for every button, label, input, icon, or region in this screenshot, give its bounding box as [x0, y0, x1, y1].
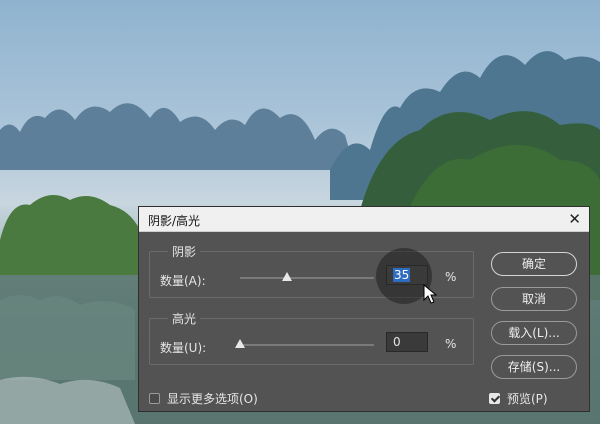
ok-button[interactable]: 确定 [491, 252, 577, 276]
save-button[interactable]: 存储(S)... [491, 355, 577, 379]
highlights-amount-slider[interactable] [235, 339, 374, 348]
dialog-title: 阴影/高光 [148, 214, 201, 228]
highlights-amount-label: 数量(U): [160, 341, 207, 355]
highlights-group: 高光 数量(U): 0 % [149, 310, 474, 365]
shadows-highlights-dialog: 阴影/高光 ✕ 阴影 数量(A): 35 % 高光 数量(U): 0 % 确定 … [138, 206, 590, 412]
highlights-legend: 高光 [168, 310, 201, 327]
preview-box[interactable] [489, 393, 500, 404]
shadows-amount-label: 数量(A): [160, 274, 206, 288]
shadows-legend: 阴影 [168, 243, 201, 260]
show-more-options-label: 显示更多选项(O) [167, 392, 258, 406]
highlights-amount-value: 0 [393, 335, 401, 349]
show-more-options-checkbox[interactable]: 显示更多选项(O) [149, 390, 258, 407]
show-more-options-box[interactable] [149, 393, 160, 404]
close-icon[interactable]: ✕ [568, 210, 581, 228]
preview-checkbox[interactable]: 预览(P) [489, 390, 548, 407]
load-button[interactable]: 载入(L)... [491, 321, 577, 345]
cancel-button[interactable]: 取消 [491, 287, 577, 311]
shadows-amount-slider[interactable] [240, 272, 374, 281]
preview-label: 预览(P) [507, 392, 548, 406]
mouse-pointer-icon [423, 284, 437, 304]
highlights-slider-thumb[interactable] [235, 339, 245, 348]
dialog-titlebar[interactable]: 阴影/高光 ✕ [139, 207, 589, 232]
shadows-slider-thumb[interactable] [281, 272, 292, 281]
shadows-amount-input[interactable]: 35 [386, 265, 428, 285]
shadows-percent-unit: % [445, 270, 457, 284]
highlights-amount-input[interactable]: 0 [386, 332, 428, 352]
shadows-amount-value: 35 [393, 268, 411, 282]
highlights-percent-unit: % [445, 337, 457, 351]
shadows-group: 阴影 数量(A): 35 % [149, 243, 474, 304]
